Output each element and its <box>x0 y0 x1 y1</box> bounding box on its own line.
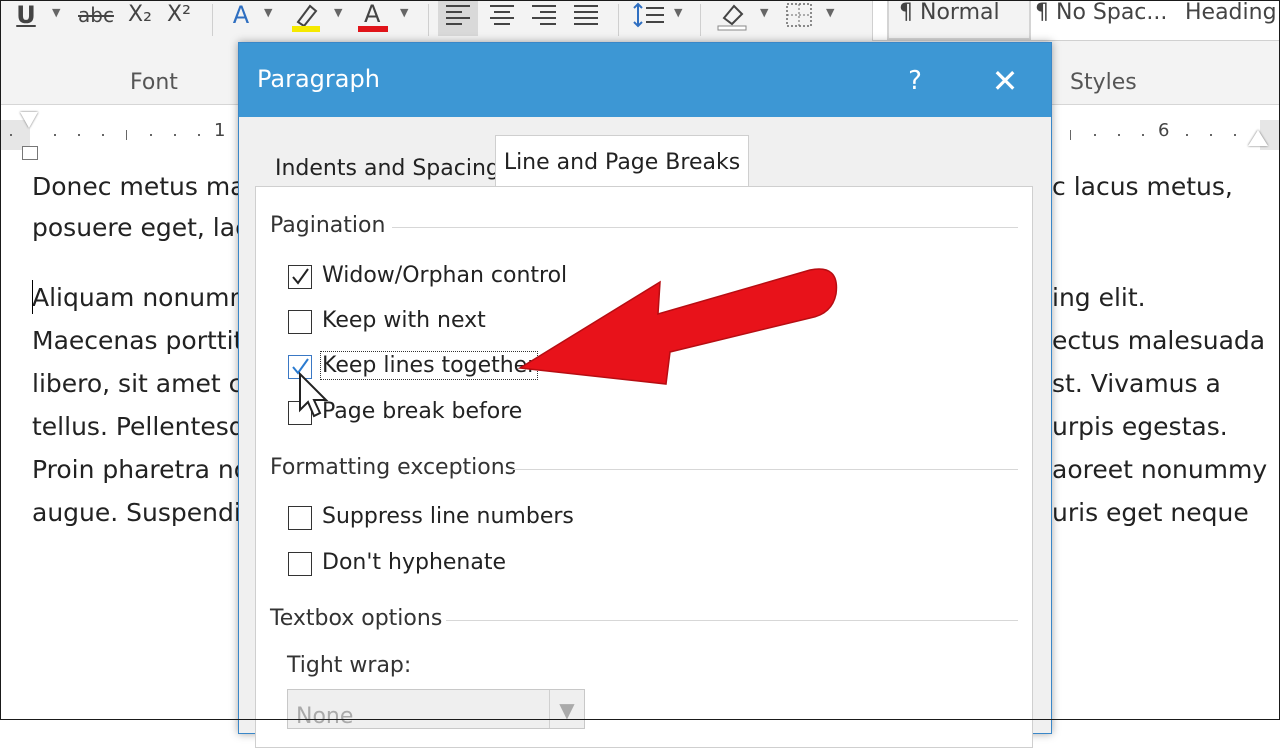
document-line: aoreet nonummy <box>1052 455 1268 484</box>
ruler-number: 6 <box>1158 120 1170 141</box>
highlight-color-icon[interactable] <box>290 0 322 36</box>
tight-wrap-label: Tight wrap: <box>287 653 412 678</box>
annotation-arrow-icon <box>517 268 838 385</box>
first-line-indent-marker[interactable] <box>20 112 38 128</box>
page-break-before-label: Page break before <box>322 399 523 424</box>
text-cursor <box>32 280 33 314</box>
style-no-spacing[interactable]: ¶ No Spac... <box>1025 0 1177 38</box>
ruler-tick <box>150 134 152 136</box>
superscript-icon[interactable]: X² <box>164 0 194 36</box>
justify-icon[interactable] <box>568 0 604 36</box>
dont-hyphenate-label: Don't hyphenate <box>322 550 507 575</box>
help-button[interactable]: ? <box>889 61 941 101</box>
document-line: ectus malesuada <box>1052 326 1266 355</box>
font-color-icon[interactable]: A <box>356 0 390 36</box>
ruler-tick <box>1118 134 1120 136</box>
document-line: Donec metus mas <box>32 172 259 201</box>
ribbon-divider <box>618 4 619 36</box>
ruler-tick <box>126 130 127 140</box>
tab-line-and-page-breaks[interactable]: Line and Page Breaks <box>495 135 749 188</box>
ruler-tick <box>174 134 176 136</box>
section-divider <box>512 469 1018 470</box>
ruler-tick <box>1186 134 1188 136</box>
ribbon-divider <box>700 4 701 36</box>
document-line: urpis egestas. <box>1052 412 1228 441</box>
line-spacing-dropdown-icon[interactable]: ▼ <box>674 6 682 19</box>
ruler-tick <box>54 134 56 136</box>
borders-dropdown-icon[interactable]: ▼ <box>826 6 834 19</box>
ribbon-divider <box>212 4 213 36</box>
document-line: posuere eget, laci <box>32 213 256 242</box>
font-color-dropdown-icon[interactable]: ▼ <box>400 6 408 19</box>
ruler-tick <box>1094 134 1096 136</box>
checkbox-box[interactable] <box>288 506 312 530</box>
text-effects-dropdown-icon[interactable]: ▼ <box>264 6 272 19</box>
align-left-icon[interactable] <box>438 0 478 36</box>
close-button[interactable]: ✕ <box>979 61 1031 101</box>
ruler-tick <box>10 134 12 136</box>
document-line: Maecenas porttit <box>32 326 244 355</box>
document-line: st. Vivamus a <box>1052 369 1221 398</box>
keep-with-next-label: Keep with next <box>322 308 486 333</box>
document-line: uris eget neque <box>1052 498 1249 527</box>
suppress-line-numbers-label: Suppress line numbers <box>322 504 574 529</box>
dialog-title: Paragraph <box>257 65 380 93</box>
tight-wrap-dropdown[interactable]: None ▼ <box>287 689 585 729</box>
ruler-number: 1 <box>214 120 226 141</box>
section-divider <box>392 227 1018 228</box>
ruler-tick <box>1234 134 1236 136</box>
align-right-icon[interactable] <box>526 0 562 36</box>
underline-dropdown-icon[interactable]: ▼ <box>52 6 60 19</box>
formatting-exceptions-section-label: Formatting exceptions <box>270 455 517 480</box>
style-heading[interactable]: Heading <box>1175 0 1280 38</box>
textbox-options-section-label: Textbox options <box>270 606 443 631</box>
keep-lines-together-label: Keep lines together <box>319 351 539 380</box>
underline-icon[interactable]: U <box>14 0 38 36</box>
checkbox-box[interactable] <box>288 552 312 576</box>
styles-gallery: ¶ Normal ¶ No Spac... Heading <box>872 0 1280 41</box>
ruler-tick <box>198 134 200 136</box>
ruler-tick <box>1142 134 1144 136</box>
chevron-down-icon[interactable]: ▼ <box>549 690 584 728</box>
align-center-icon[interactable] <box>484 0 520 36</box>
ruler-tick <box>1070 130 1071 140</box>
right-indent-marker[interactable] <box>1248 130 1268 146</box>
styles-group-label: Styles <box>1070 70 1137 95</box>
document-line: ing elit. <box>1052 283 1146 312</box>
text-effects-icon[interactable]: A <box>226 0 256 36</box>
document-line: Aliquam nonumm <box>32 283 254 312</box>
line-spacing-icon[interactable] <box>630 0 670 36</box>
ribbon-divider <box>428 4 429 36</box>
checkbox-box[interactable] <box>288 265 312 289</box>
document-line: Proin pharetra no <box>32 455 250 484</box>
shading-icon[interactable] <box>714 0 750 36</box>
font-group-label: Font <box>130 70 178 95</box>
checkbox-box[interactable] <box>288 310 312 334</box>
left-indent-marker[interactable] <box>22 146 38 160</box>
highlight-dropdown-icon[interactable]: ▼ <box>334 6 342 19</box>
pagination-section-label: Pagination <box>270 213 386 238</box>
tight-wrap-value: None <box>296 704 354 729</box>
dialog-titlebar[interactable]: Paragraph ? ✕ <box>239 43 1051 117</box>
tab-indents-and-spacing[interactable]: Indents and Spacing <box>271 152 504 185</box>
mouse-cursor-icon <box>299 372 329 418</box>
subscript-icon[interactable]: X₂ <box>124 0 156 36</box>
ruler-tick <box>78 134 80 136</box>
style-normal[interactable]: ¶ Normal <box>887 0 1031 40</box>
shading-dropdown-icon[interactable]: ▼ <box>760 6 768 19</box>
document-line: tellus. Pellentesqu <box>32 412 261 441</box>
document-line: augue. Suspendis <box>32 498 254 527</box>
document-line: libero, sit amet c <box>32 369 243 398</box>
document-line: c lacus metus, <box>1052 172 1233 201</box>
strikethrough-icon[interactable]: abc <box>76 0 116 36</box>
section-divider <box>446 620 1018 621</box>
borders-icon[interactable] <box>782 0 816 36</box>
svg-text:A: A <box>364 0 381 28</box>
ruler-tick <box>102 134 104 136</box>
ruler-tick <box>1210 134 1212 136</box>
